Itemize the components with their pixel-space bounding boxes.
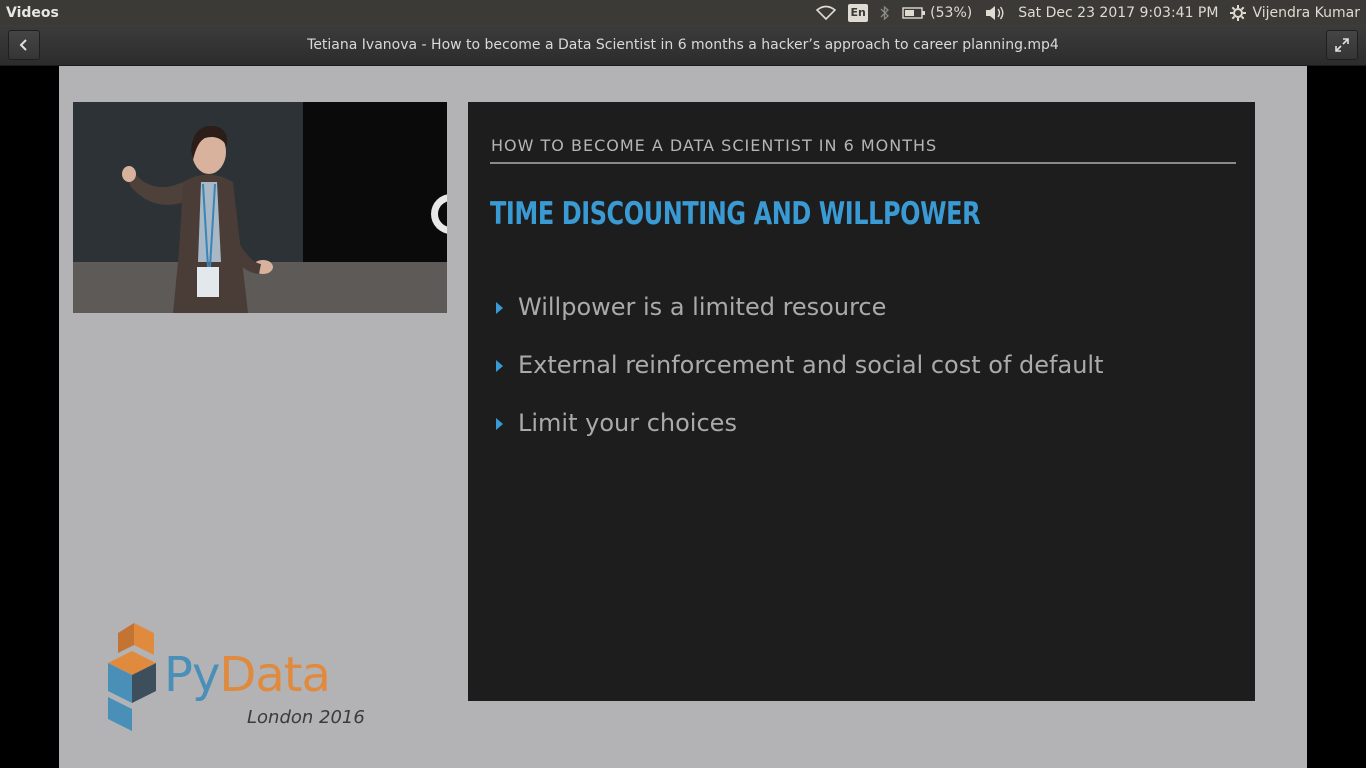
back-arrow-icon <box>18 38 30 52</box>
battery-icon <box>902 6 926 20</box>
fullscreen-button[interactable] <box>1326 30 1358 60</box>
slide-heading: TIME DISCOUNTING AND WILLPOWER <box>490 196 981 232</box>
keyboard-layout-indicator[interactable]: En <box>848 3 869 22</box>
bullet-triangle-icon <box>496 418 503 430</box>
slide-bullet-text: External reinforcement and social cost o… <box>518 351 1104 379</box>
header-bar: Tetiana Ivanova - How to become a Data S… <box>0 25 1366 66</box>
slide-bullet: External reinforcement and social cost o… <box>496 336 1103 394</box>
pydata-cubes-icon <box>108 623 156 731</box>
volume-icon[interactable] <box>984 5 1006 21</box>
video-frame: HOW TO BECOME A DATA SCIENTIST IN 6 MONT… <box>59 66 1307 768</box>
pydata-word-data: Data <box>219 647 331 703</box>
bullet-triangle-icon <box>496 302 503 314</box>
slide-bullet-text: Limit your choices <box>518 409 737 437</box>
clock[interactable]: Sat Dec 23 2017 9:03:41 PM <box>1018 5 1218 21</box>
speaker-figure <box>122 126 273 313</box>
app-name: Videos <box>6 4 59 21</box>
presentation-slide: HOW TO BECOME A DATA SCIENTIST IN 6 MONT… <box>468 102 1255 701</box>
slide-bullet-text: Willpower is a limited resource <box>518 293 887 321</box>
video-title: Tetiana Ivanova - How to become a Data S… <box>307 37 1059 53</box>
session-menu[interactable]: Vijendra Kumar <box>1230 4 1360 21</box>
pydata-wordmark: PyData <box>164 647 331 703</box>
pydata-logo: PyData London 2016 <box>104 619 384 734</box>
speaker-camera-feed <box>73 102 447 313</box>
wifi-icon[interactable] <box>816 5 837 21</box>
gear-icon <box>1230 4 1247 21</box>
lang-badge: En <box>848 3 869 22</box>
slide-kicker: HOW TO BECOME A DATA SCIENTIST IN 6 MONT… <box>491 136 938 155</box>
pydata-subtitle: London 2016 <box>247 707 365 728</box>
fullscreen-icon <box>1334 37 1350 53</box>
battery-percent: (53%) <box>930 4 973 21</box>
video-area[interactable]: HOW TO BECOME A DATA SCIENTIST IN 6 MONT… <box>0 66 1366 768</box>
slide-bullet-list: Willpower is a limited resource External… <box>496 278 1103 452</box>
back-button[interactable] <box>8 30 40 60</box>
slide-bullet: Limit your choices <box>496 394 1103 452</box>
slide-divider <box>490 162 1236 164</box>
pydata-word-py: Py <box>164 647 220 703</box>
bullet-triangle-icon <box>496 360 503 372</box>
bluetooth-icon[interactable] <box>880 5 890 21</box>
user-name: Vijendra Kumar <box>1252 4 1360 21</box>
top-panel: Videos En (53%) Sat Dec 23 2017 9:03:41 … <box>0 0 1366 25</box>
battery-indicator[interactable]: (53%) <box>902 5 972 21</box>
slide-bullet: Willpower is a limited resource <box>496 278 1103 336</box>
indicator-area: En (53%) Sat Dec 23 2017 9:03:41 PM Vije… <box>816 0 1366 25</box>
